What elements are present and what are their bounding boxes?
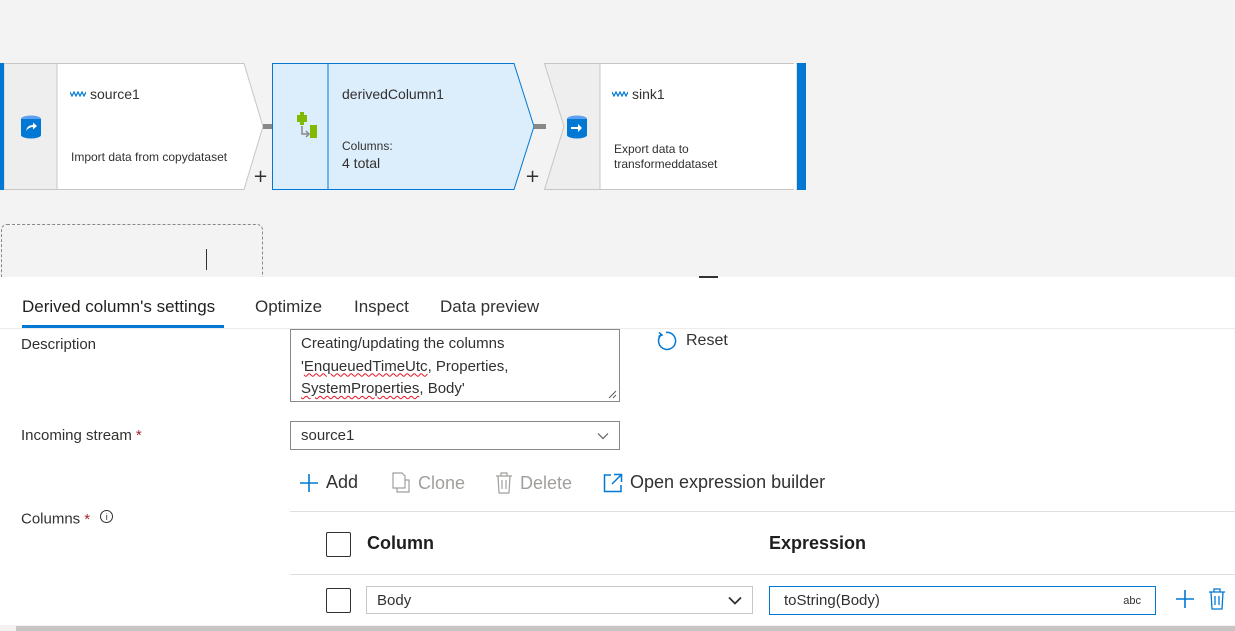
tab-inspect[interactable]: Inspect xyxy=(354,297,409,317)
reset-icon xyxy=(657,331,677,351)
tab-derived-column-settings[interactable]: Derived column's settings xyxy=(22,297,215,317)
expression-header: Expression xyxy=(769,533,867,553)
sink-node[interactable]: sink1 Export data to transformeddataset xyxy=(544,63,808,190)
sink-node-description-line1: Export data to xyxy=(614,142,689,156)
settings-tabs: Derived column's settings Optimize Inspe… xyxy=(0,285,1235,329)
tab-data-preview[interactable]: Data preview xyxy=(440,297,539,317)
tab-optimize[interactable]: Optimize xyxy=(255,297,322,317)
description-label: Description xyxy=(21,336,97,353)
grid-divider xyxy=(290,574,1235,575)
sink-node-description-line2: transformeddataset xyxy=(614,157,718,171)
expression-input[interactable]: toString(Body) abc xyxy=(769,586,1156,615)
delete-row-button[interactable] xyxy=(1205,586,1229,612)
horizontal-scrollbar-thumb[interactable] xyxy=(16,626,1235,631)
string-type-icon: abc xyxy=(1123,594,1141,607)
spellcheck-error: SystemProperties xyxy=(301,380,420,397)
open-expression-builder-button[interactable]: Open expression builder xyxy=(603,472,825,493)
derived-column-icon xyxy=(286,63,326,190)
source-node-name: source1 xyxy=(90,86,140,102)
sink-node-name: sink1 xyxy=(632,86,665,102)
column-name-select[interactable]: Body xyxy=(366,586,753,614)
dataflow-canvas[interactable]: source1 Import data from copydataset + d… xyxy=(0,0,1235,277)
text-cursor xyxy=(206,249,207,270)
incoming-stream-select[interactable]: source1 xyxy=(290,421,620,450)
dataset-icon xyxy=(70,91,86,97)
add-label: Add xyxy=(326,472,359,492)
source-icon xyxy=(4,63,57,190)
description-textarea[interactable]: Creating/updating the columns 'EnqueuedT… xyxy=(290,329,620,402)
spellcheck-error: EnqueuedTimeUtc xyxy=(303,357,428,375)
row-checkbox[interactable] xyxy=(326,588,351,613)
incoming-stream-label: Incoming stream * xyxy=(21,427,142,444)
info-icon[interactable]: i xyxy=(100,510,114,523)
add-icon xyxy=(1176,590,1194,608)
columns-label: Columns * i xyxy=(21,510,114,528)
add-after-source-button[interactable]: + xyxy=(253,168,268,186)
source-node-description: Import data from copydataset xyxy=(71,150,228,164)
active-tab-indicator xyxy=(22,325,224,328)
source-node[interactable]: source1 Import data from copydataset xyxy=(0,63,265,190)
reset-button[interactable]: Reset xyxy=(655,330,728,352)
new-stream-placeholder[interactable] xyxy=(1,224,263,277)
select-all-checkbox[interactable] xyxy=(326,532,351,557)
delete-label: Delete xyxy=(520,472,573,493)
derived-node-columns-label: Columns: xyxy=(342,139,393,153)
delete-icon xyxy=(496,472,512,494)
grid-divider xyxy=(290,511,1235,512)
source-node-title: source1 xyxy=(70,86,140,102)
add-row-button[interactable] xyxy=(1173,586,1197,612)
incoming-stream-value: source1 xyxy=(301,427,355,444)
description-line-3: SystemProperties, Body' xyxy=(301,380,465,397)
derived-column-node[interactable]: derivedColumn1 Columns: 4 total xyxy=(272,63,537,190)
required-marker: * xyxy=(84,510,91,528)
add-column-button[interactable]: Add xyxy=(299,472,358,493)
derived-node-columns-value: 4 total xyxy=(342,155,381,171)
delete-icon xyxy=(1209,588,1225,610)
column-name-value: Body xyxy=(377,591,412,609)
dataset-icon xyxy=(612,91,628,97)
panel-resize-handle[interactable] xyxy=(699,276,718,278)
description-line-1: Creating/updating the columns xyxy=(301,335,505,352)
add-after-derived-button[interactable]: + xyxy=(525,168,540,186)
description-line-2: 'EnqueuedTimeUtc, Properties, xyxy=(301,357,509,375)
clone-label: Clone xyxy=(418,472,466,493)
required-marker: * xyxy=(135,427,142,444)
expression-value: toString(Body) xyxy=(784,592,880,609)
open-external-icon xyxy=(603,473,623,492)
sink-node-title: sink1 xyxy=(612,86,665,102)
reset-label: Reset xyxy=(686,332,728,349)
chevron-down-icon xyxy=(597,432,609,439)
delete-column-button[interactable]: Delete xyxy=(495,472,572,494)
column-header: Column xyxy=(367,533,434,553)
open-builder-label: Open expression builder xyxy=(630,472,826,492)
add-icon xyxy=(300,473,318,492)
clone-icon xyxy=(392,472,410,493)
resize-grip-icon[interactable] xyxy=(607,389,617,399)
derived-node-name: derivedColumn1 xyxy=(342,86,444,102)
clone-column-button[interactable]: Clone xyxy=(391,472,465,494)
chevron-down-icon xyxy=(728,596,742,605)
sink-icon xyxy=(560,63,594,190)
